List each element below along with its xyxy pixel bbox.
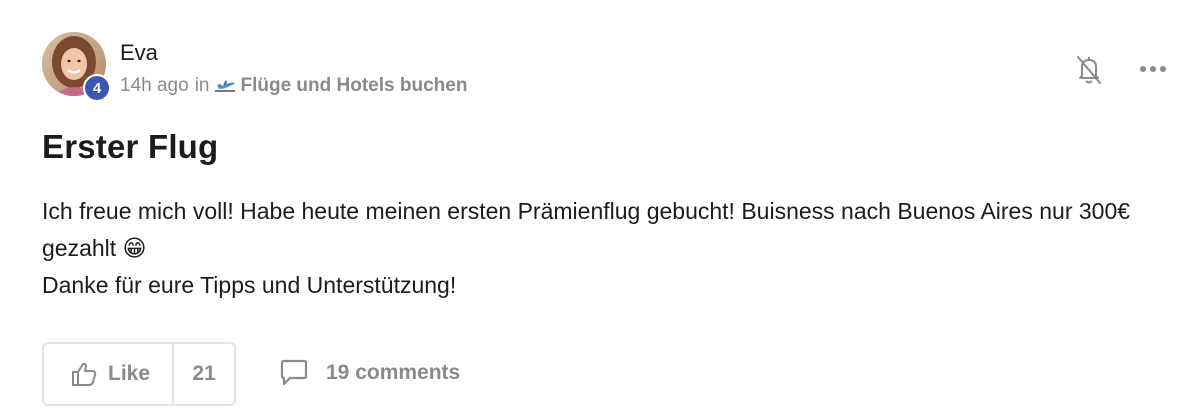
- like-count[interactable]: 21: [174, 344, 234, 404]
- post-card: 4 Eva 14h ago in Flüge und Hotels buchen: [0, 0, 1200, 417]
- post-body: Ich freue mich voll! Habe heute meinen e…: [42, 193, 1162, 304]
- post-time: 14h ago: [120, 75, 189, 96]
- post-meta: Eva 14h ago in Flüge und Hotels buchen: [120, 40, 467, 97]
- post-title: Erster Flug: [42, 128, 219, 165]
- like-label: Like: [108, 362, 151, 385]
- post-body-line: Danke für eure Tipps und Unterstützung!: [42, 272, 457, 298]
- bell-off-icon[interactable]: [1074, 54, 1104, 86]
- like-control: Like 21: [42, 342, 236, 406]
- author-name[interactable]: Eva: [120, 40, 467, 66]
- post-body-line: Ich freue mich voll! Habe heute meinen e…: [42, 198, 1131, 261]
- avatar[interactable]: 4: [42, 32, 111, 102]
- post-subline: 14h ago in Flüge und Hotels buchen: [120, 75, 467, 97]
- like-button[interactable]: Like: [44, 344, 174, 404]
- thumbs-up-icon: [72, 362, 97, 386]
- more-options-icon[interactable]: [1138, 62, 1168, 74]
- comments-count-label: 19 comments: [326, 361, 461, 384]
- category-link[interactable]: Flüge und Hotels buchen: [240, 75, 467, 97]
- level-badge: 4: [83, 74, 111, 102]
- post-header: 4 Eva 14h ago in Flüge und Hotels buchen: [42, 32, 467, 102]
- in-text: in: [194, 75, 210, 96]
- airplane-departure-icon: [214, 77, 236, 95]
- comment-icon: [280, 359, 308, 386]
- comments-button[interactable]: 19 comments: [278, 358, 460, 388]
